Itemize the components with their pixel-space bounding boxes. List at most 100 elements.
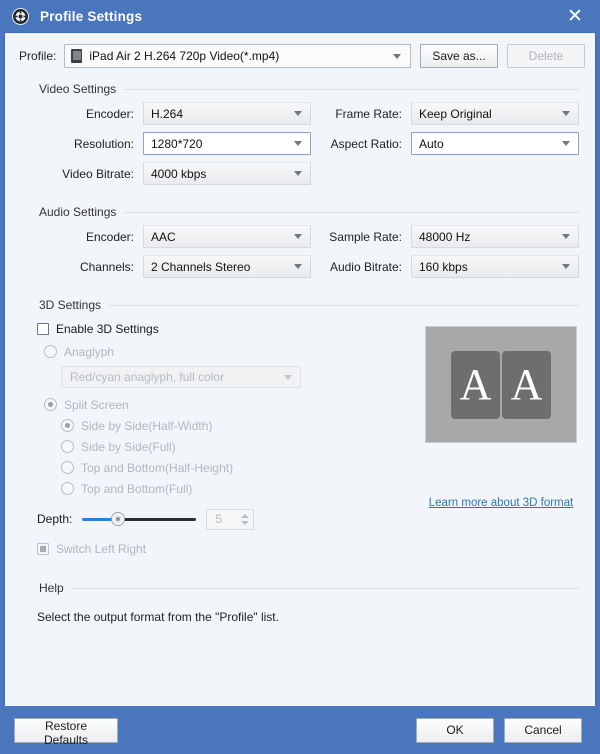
- chevron-down-icon: [294, 141, 302, 146]
- audio-fields-grid: Encoder: AAC Sample Rate: 48000 Hz Chann…: [21, 225, 579, 278]
- frame-rate-label: Frame Rate:: [335, 106, 402, 121]
- audio-encoder-label: Encoder:: [85, 229, 134, 244]
- split-option-top-bottom-full: Top and Bottom(Full): [37, 478, 421, 499]
- chevron-down-icon: [284, 374, 292, 380]
- split-option-top-bottom-half: Top and Bottom(Half-Height): [37, 457, 421, 478]
- video-bitrate-label: Video Bitrate:: [62, 166, 134, 181]
- audio-settings-title: Audio Settings: [39, 205, 117, 219]
- dialog-body: Profile: iPad Air 2 H.264 720p Video(*.m…: [4, 32, 596, 706]
- threed-settings-title: 3D Settings: [39, 298, 102, 312]
- aspect-ratio-value: Auto: [419, 136, 444, 151]
- chevron-down-icon: [562, 111, 570, 116]
- chevron-up-icon: [240, 513, 249, 518]
- aspect-ratio-select[interactable]: Auto: [411, 132, 579, 155]
- window-title: Profile Settings: [40, 8, 143, 24]
- video-settings-title: Video Settings: [39, 82, 117, 96]
- aspect-ratio-label: Aspect Ratio:: [330, 136, 402, 151]
- video-fields-grid: Encoder: H.264 Frame Rate: Keep Original…: [21, 102, 579, 185]
- chevron-down-icon: [240, 520, 249, 525]
- chevron-down-icon: [562, 141, 570, 146]
- split-option-label: Side by Side(Full): [81, 439, 176, 454]
- split-option-side-by-side-half: Side by Side(Half-Width): [37, 415, 421, 436]
- split-screen-radio: Split Screen: [37, 394, 421, 415]
- chevron-down-icon: [562, 264, 570, 269]
- help-title: Help: [39, 581, 64, 595]
- video-bitrate-value: 4000 kbps: [151, 166, 207, 181]
- divider: [70, 587, 579, 589]
- help-text: Select the output format from the "Profi…: [37, 610, 279, 624]
- resolution-select[interactable]: 1280*720: [143, 132, 311, 155]
- audio-encoder-value: AAC: [151, 229, 176, 244]
- checkbox-icon: [37, 542, 49, 555]
- profile-settings-dialog: Profile Settings ✕ Profile: iPad Air 2 H…: [0, 0, 600, 754]
- channels-select[interactable]: 2 Channels Stereo: [143, 255, 311, 278]
- frame-rate-select[interactable]: Keep Original: [411, 102, 579, 125]
- close-icon[interactable]: ✕: [560, 3, 590, 29]
- stepper-arrows: [239, 511, 250, 528]
- restore-defaults-button[interactable]: Restore Defaults: [14, 717, 118, 747]
- profile-value: iPad Air 2 H.264 720p Video(*.mp4): [89, 49, 280, 63]
- radio-icon: [61, 482, 74, 495]
- delete-button: Delete: [507, 44, 585, 68]
- video-settings-group: Video Settings Encoder: H.264 Frame Rate…: [21, 78, 579, 185]
- split-option-label: Top and Bottom(Half-Height): [81, 460, 234, 475]
- profile-row: Profile: iPad Air 2 H.264 720p Video(*.m…: [5, 33, 595, 78]
- sample-rate-value: 48000 Hz: [419, 229, 471, 244]
- gear-icon: [12, 7, 29, 25]
- title-bar: Profile Settings ✕: [0, 0, 600, 32]
- tablet-icon: [71, 49, 83, 63]
- help-group: Help Select the output format from the "…: [21, 577, 579, 624]
- sample-rate-select[interactable]: 48000 Hz: [411, 225, 579, 248]
- anaglyph-label: Anaglyph: [64, 344, 115, 359]
- video-encoder-value: H.264: [151, 106, 184, 121]
- slider-track: [120, 518, 197, 521]
- preview-panel-left: A: [451, 350, 500, 419]
- save-as-button[interactable]: Save as...: [420, 44, 498, 68]
- threed-body: Enable 3D Settings Anaglyph Red/cyan ana…: [21, 318, 579, 561]
- resolution-value: 1280*720: [151, 136, 203, 151]
- radio-icon: [61, 461, 74, 474]
- audio-bitrate-select[interactable]: 160 kbps: [411, 255, 579, 278]
- split-screen-label: Split Screen: [64, 397, 129, 412]
- sample-rate-label: Sample Rate:: [329, 229, 402, 244]
- threed-preview-area: A A Learn more about 3D format: [421, 318, 579, 561]
- audio-bitrate-label: Audio Bitrate:: [329, 259, 402, 274]
- split-option-side-by-side-full: Side by Side(Full): [37, 436, 421, 457]
- threed-settings-group: 3D Settings Enable 3D Settings Anaglyph …: [21, 294, 579, 561]
- anaglyph-mode-value: Red/cyan anaglyph, full color: [70, 370, 225, 384]
- divider: [123, 88, 579, 90]
- video-bitrate-select[interactable]: 4000 kbps: [143, 162, 311, 185]
- audio-settings-header: Audio Settings: [21, 205, 579, 219]
- audio-encoder-select[interactable]: AAC: [143, 225, 311, 248]
- chevron-down-icon: [393, 53, 401, 59]
- profile-label: Profile:: [19, 49, 57, 63]
- video-settings-header: Video Settings: [21, 82, 579, 96]
- enable-3d-checkbox[interactable]: Enable 3D Settings: [37, 318, 421, 339]
- threed-options: Enable 3D Settings Anaglyph Red/cyan ana…: [21, 318, 421, 561]
- chevron-down-icon: [294, 264, 302, 269]
- chevron-down-icon: [562, 234, 570, 239]
- frame-rate-value: Keep Original: [419, 106, 492, 121]
- depth-stepper: 5: [206, 508, 255, 530]
- slider-handle[interactable]: [111, 512, 126, 526]
- profile-select[interactable]: iPad Air 2 H.264 720p Video(*.mp4): [64, 44, 411, 68]
- resolution-label: Resolution:: [73, 136, 134, 151]
- divider: [123, 211, 579, 213]
- threed-settings-header: 3D Settings: [21, 298, 579, 312]
- radio-icon: [61, 419, 74, 432]
- video-encoder-select[interactable]: H.264: [143, 102, 311, 125]
- learn-more-3d-link[interactable]: Learn more about 3D format: [425, 497, 577, 509]
- divider: [108, 304, 579, 306]
- depth-slider[interactable]: [82, 512, 197, 526]
- depth-value: 5: [215, 512, 223, 526]
- ok-button[interactable]: OK: [416, 717, 494, 743]
- enable-3d-label: Enable 3D Settings: [56, 321, 159, 336]
- channels-label: Channels:: [79, 259, 134, 274]
- split-option-label: Top and Bottom(Full): [81, 481, 193, 496]
- cancel-button[interactable]: Cancel: [504, 717, 582, 743]
- depth-label: Depth:: [37, 512, 73, 526]
- anaglyph-mode-select: Red/cyan anaglyph, full color: [61, 366, 301, 388]
- chevron-down-icon: [294, 171, 302, 176]
- channels-value: 2 Channels Stereo: [151, 259, 251, 274]
- split-option-label: Side by Side(Half-Width): [81, 418, 213, 433]
